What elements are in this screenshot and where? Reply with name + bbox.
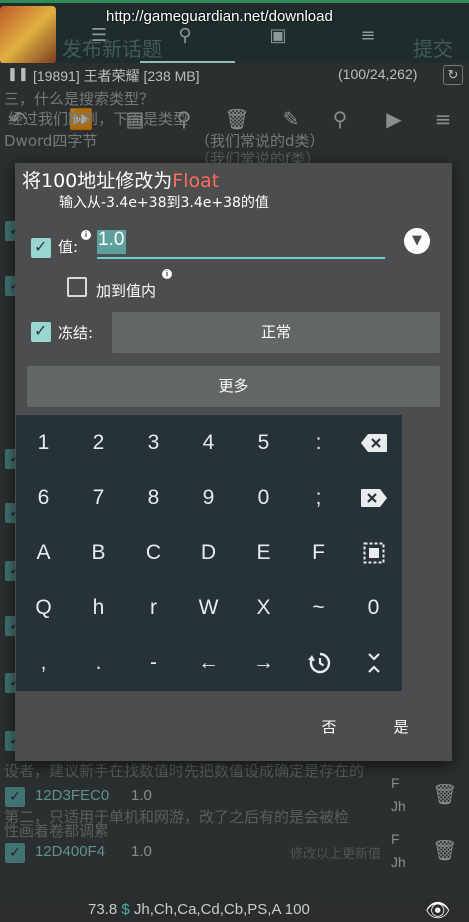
list-tab-icon[interactable]: ≡ (357, 25, 379, 47)
dialog-range-hint: 输入从-3.4e+38到3.4e+38的值 (59, 195, 269, 211)
key-r[interactable]: r (126, 580, 181, 635)
process-name: [19891] 王者荣耀 [238 MB] (33, 68, 200, 84)
key-comma[interactable]: , (16, 635, 71, 690)
key-minus[interactable]: - (126, 635, 181, 690)
settings-sliders-icon[interactable]: ☰ (88, 25, 110, 47)
status-bar: 73.8 $ Jh,Ch,Ca,Cd,Cb,PS,A 100 👁 (0, 898, 469, 922)
status-flags: Jh,Ch,Ca,Cd,Cb,PS,A 100 (133, 901, 310, 918)
dialog-title: 将100地址修改为Float (22, 166, 219, 193)
key-W[interactable]: W (181, 580, 236, 635)
status-text: 73.8 $ Jh,Ch,Ca,Cd,Cb,PS,A 100 (88, 901, 310, 918)
history-icon[interactable] (291, 635, 346, 690)
key-semicolon[interactable]: ; (291, 470, 346, 525)
eye-icon[interactable]: 👁 (425, 898, 450, 922)
screen: 发布新话题 ☰ ⚲ ▣ ≡ 提交 http://gameguardian.net… (0, 0, 469, 922)
value-checkbox[interactable] (31, 237, 51, 258)
collapse-icon[interactable] (346, 635, 401, 690)
key-E[interactable]: E (236, 525, 291, 580)
key-4[interactable]: 4 (181, 415, 236, 470)
key-8[interactable]: 8 (126, 470, 181, 525)
refresh-icon[interactable]: ↻ (443, 65, 463, 85)
value-label: 值: (58, 238, 79, 256)
key-period[interactable]: . (71, 635, 126, 690)
key-9[interactable]: 9 (181, 470, 236, 525)
dimmed-submit: 提交 (413, 37, 453, 61)
key-3[interactable]: 3 (126, 415, 181, 470)
status-dollar: $ (121, 901, 130, 918)
dialog-title-prefix: 将100地址修改为 (22, 170, 173, 192)
key-5[interactable]: 5 (236, 415, 291, 470)
status-prefix: 73.8 (88, 901, 118, 918)
value-info-icon[interactable]: i (81, 230, 91, 240)
key-2[interactable]: 2 (71, 415, 126, 470)
backspace-icon[interactable] (346, 415, 401, 470)
key-right-arrow[interactable]: → (236, 635, 291, 690)
key-X[interactable]: X (236, 580, 291, 635)
key-0[interactable]: 0 (236, 470, 291, 525)
game-avatar[interactable] (0, 6, 56, 64)
freeze-label: 冻结: (58, 324, 94, 342)
top-bar: 发布新话题 ☰ ⚲ ▣ ≡ 提交 http://gameguardian.net… (0, 0, 469, 65)
add-to-value-info-icon[interactable]: i (162, 269, 172, 279)
search-tab-icon[interactable]: ⚲ (174, 25, 196, 47)
more-button[interactable]: 更多 (27, 366, 440, 407)
key-1[interactable]: 1 (16, 415, 71, 470)
key-Q[interactable]: Q (16, 580, 71, 635)
chevron-down-icon[interactable]: ▼ (404, 228, 430, 254)
freeze-mode-button[interactable]: 正常 (112, 312, 440, 353)
saved-tab-icon[interactable]: ▣ (267, 25, 289, 47)
key-zero-alt[interactable]: 0 (346, 580, 401, 635)
key-B[interactable]: B (71, 525, 126, 580)
key-C[interactable]: C (126, 525, 181, 580)
key-colon[interactable]: : (291, 415, 346, 470)
add-to-value-checkbox[interactable] (67, 277, 87, 297)
pause-icon[interactable]: ❚❚ (7, 66, 29, 82)
key-tilde[interactable]: ~ (291, 580, 346, 635)
process-bar: ❚❚ [19891] 王者荣耀 [238 MB] (100/24,262) ↻ (0, 63, 469, 87)
value-input[interactable] (97, 227, 385, 259)
key-7[interactable]: 7 (71, 470, 126, 525)
no-button[interactable]: 否 (311, 716, 347, 737)
key-6[interactable]: 6 (16, 470, 71, 525)
add-to-value-label: 加到值内 (96, 282, 157, 300)
key-F[interactable]: F (291, 525, 346, 580)
key-left-arrow[interactable]: ← (181, 635, 236, 690)
key-A[interactable]: A (16, 525, 71, 580)
result-count: (100/24,262) (338, 66, 418, 82)
dialog-title-type: Float (172, 170, 220, 192)
key-D[interactable]: D (181, 525, 236, 580)
numeric-keyboard: 1 2 3 4 5 : 6 7 8 9 0 ; A B C D E F Q h … (16, 415, 402, 691)
delete-icon[interactable] (346, 470, 401, 525)
key-h[interactable]: h (71, 580, 126, 635)
freeze-checkbox[interactable] (31, 321, 51, 342)
dimmed-page-title: 发布新话题 (62, 37, 162, 61)
select-all-icon[interactable] (346, 525, 401, 580)
download-url-overlay: http://gameguardian.net/download (106, 8, 333, 25)
yes-button[interactable]: 是 (383, 716, 419, 737)
